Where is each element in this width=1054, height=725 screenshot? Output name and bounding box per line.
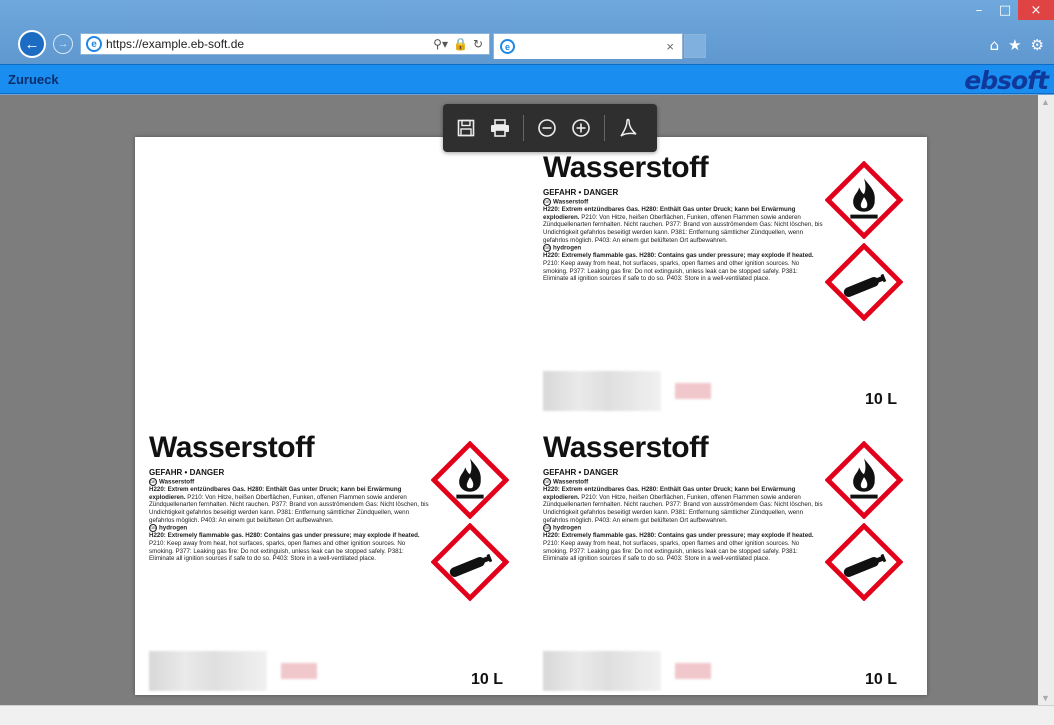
- close-button[interactable]: ×: [1018, 0, 1054, 20]
- language-code: DE: [543, 478, 551, 486]
- hazard-text: DE Wasserstoff H220: Extrem entzündbares …: [543, 478, 823, 563]
- redacted-area: [543, 651, 661, 691]
- minimize-button[interactable]: –: [966, 0, 992, 20]
- signal-word: GEFAHR • DANGER: [543, 188, 619, 197]
- signal-word: GEFAHR • DANGER: [543, 468, 619, 477]
- volume-label: 10 L: [865, 671, 898, 688]
- redacted-area: [543, 371, 661, 411]
- back-link[interactable]: Zurueck: [8, 72, 59, 87]
- scroll-down-icon[interactable]: ▼: [1041, 693, 1050, 703]
- signal-word: GEFAHR • DANGER: [149, 468, 225, 477]
- ie-logo-icon: e: [86, 36, 102, 52]
- volume-label: 10 L: [865, 391, 898, 408]
- zoom-out-icon[interactable]: [532, 113, 562, 143]
- ie-logo-icon: e: [500, 39, 515, 54]
- hazard-label: Wasserstoff GEFAHR • DANGER DE Wasserstof…: [535, 431, 919, 693]
- acrobat-icon[interactable]: [613, 113, 643, 143]
- address-bar[interactable]: e https://example.eb-soft.de ⚲▾ 🔒 ↻: [80, 33, 490, 55]
- lock-icon[interactable]: 🔒: [453, 37, 468, 51]
- forward-arrow-icon[interactable]: →: [53, 34, 73, 54]
- pdf-toolbar: [443, 104, 657, 152]
- volume-label: 10 L: [471, 671, 504, 688]
- language-code: GB: [543, 244, 551, 253]
- hazard-text: DE Wasserstoff H220: Extrem entzündbares …: [149, 478, 429, 563]
- redacted-area: [675, 663, 711, 679]
- window-controls: – □ ×: [966, 0, 1054, 22]
- hazard-label: Wasserstoff GEFAHR • DANGER DE Wasserstof…: [141, 431, 525, 693]
- save-icon[interactable]: [451, 113, 481, 143]
- search-icon[interactable]: ⚲▾: [433, 37, 448, 51]
- flame-pictogram-icon: [431, 441, 509, 519]
- substance-name: Wasserstoff: [149, 431, 315, 464]
- url-text[interactable]: https://example.eb-soft.de: [106, 37, 433, 51]
- gas-cylinder-pictogram-icon: [825, 243, 903, 321]
- substance-name: Wasserstoff: [543, 151, 709, 184]
- language-code: DE: [543, 198, 551, 206]
- substance-name: Wasserstoff: [543, 431, 709, 464]
- maximize-button[interactable]: □: [992, 0, 1018, 20]
- hazard-label: Wasserstoff GEFAHR • DANGER DE Wasserstof…: [535, 151, 919, 413]
- language-code: GB: [543, 524, 551, 533]
- scroll-up-icon[interactable]: ▲: [1041, 97, 1050, 107]
- star-icon[interactable]: ★: [1008, 36, 1021, 54]
- pdf-page: Wasserstoff GEFAHR • DANGER DE Wasserstof…: [135, 137, 927, 695]
- redacted-area: [281, 663, 317, 679]
- close-tab-icon[interactable]: ×: [666, 39, 674, 54]
- new-tab-button[interactable]: [684, 34, 706, 58]
- browser-tab[interactable]: e ×: [493, 33, 683, 59]
- status-bar: [0, 705, 1054, 725]
- back-arrow-icon[interactable]: ←: [18, 30, 46, 58]
- print-icon[interactable]: [485, 113, 515, 143]
- gear-icon[interactable]: ⚙: [1031, 36, 1044, 54]
- refresh-icon[interactable]: ↻: [473, 37, 483, 51]
- gas-cylinder-pictogram-icon: [825, 523, 903, 601]
- toolbar-separator: [523, 115, 524, 141]
- vertical-scrollbar[interactable]: ▲ ▼: [1038, 95, 1054, 705]
- language-code: GB: [149, 524, 157, 533]
- app-header: Zurueck ebsoft: [0, 64, 1054, 95]
- flame-pictogram-icon: [825, 161, 903, 239]
- redacted-area: [149, 651, 267, 691]
- hazard-text: DE Wasserstoff H220: Extrem entzündbares …: [543, 198, 823, 283]
- ebsoft-logo: ebsoft: [964, 66, 1049, 95]
- toolbar-separator: [604, 115, 605, 141]
- home-icon[interactable]: ⌂: [990, 36, 1000, 54]
- zoom-in-icon[interactable]: [566, 113, 596, 143]
- browser-chrome: – □ × ← → e https://example.eb-soft.de ⚲…: [0, 0, 1054, 64]
- redacted-area: [675, 383, 711, 399]
- language-code: DE: [149, 478, 157, 486]
- flame-pictogram-icon: [825, 441, 903, 519]
- gas-cylinder-pictogram-icon: [431, 523, 509, 601]
